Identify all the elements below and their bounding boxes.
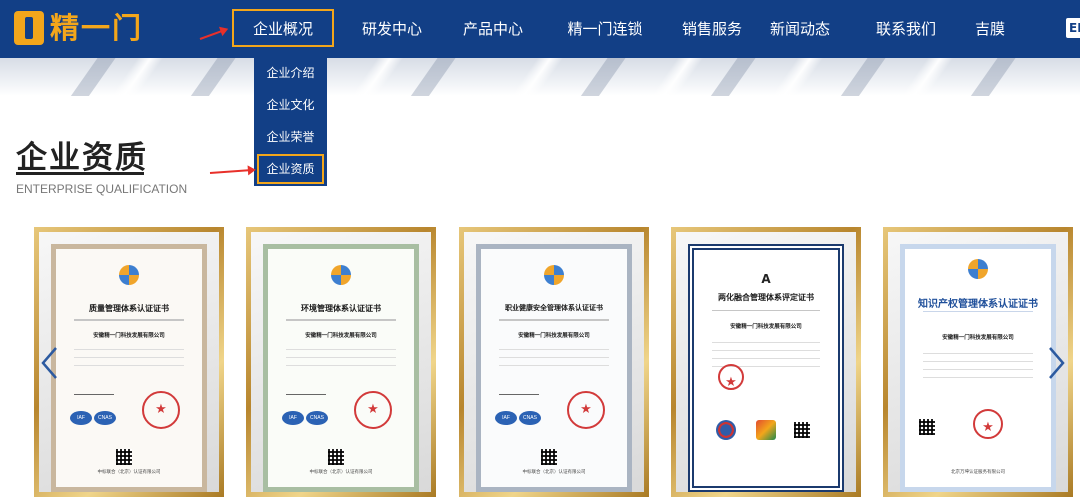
nav-item-company-overview[interactable]: 企业概况: [232, 9, 334, 47]
language-switch[interactable]: EN: [1066, 18, 1080, 38]
certificate-grade: A: [761, 272, 771, 286]
certificate-title: 环境管理体系认证证书: [301, 304, 381, 313]
certificate-image: 知识产权管理体系认证证书 安徽精一门科技发展有限公司 北京万坤认证服务有限公司: [900, 244, 1056, 492]
nav-item-news[interactable]: 新闻动态: [761, 0, 839, 58]
certificate-issuer: 中标联合（北京）认证有限公司: [522, 470, 586, 475]
iaf-badge-icon: IAF: [282, 411, 304, 425]
qr-code-icon: [541, 449, 557, 465]
certificate-card[interactable]: A 两化融合管理体系评定证书 安徽精一门科技发展有限公司: [671, 227, 861, 497]
red-seal-icon: [973, 409, 1003, 439]
signature: [499, 383, 539, 395]
chevron-left-icon: [41, 347, 57, 379]
nav-item-product-center[interactable]: 产品中心: [452, 0, 534, 58]
top-navigation-bar: 精一门 企业概况 研发中心 产品中心 精一门连锁 销售服务 新闻动态 联系我们 …: [0, 0, 1080, 58]
nav-item-jimo[interactable]: 吉膜: [970, 0, 1010, 58]
annotation-arrow-dropdown: [209, 168, 254, 174]
qr-code-icon: [794, 422, 810, 438]
dropdown-menu-company-overview: 企业介绍 企业文化 企业荣誉 企业资质: [254, 58, 327, 186]
iaf-badge-icon: IAF: [495, 411, 517, 425]
dropdown-item-qualification[interactable]: 企业资质: [257, 154, 324, 184]
section-subtitle: ENTERPRISE QUALIFICATION: [16, 182, 188, 196]
dropdown-item-culture[interactable]: 企业文化: [254, 90, 327, 120]
nav-item-rnd-center[interactable]: 研发中心: [347, 0, 437, 58]
certificate-card[interactable]: 职业健康安全管理体系认证证书 安徽精一门科技发展有限公司 IAF CNAS 中标…: [459, 227, 649, 497]
certificate-title: 知识产权管理体系认证证书: [918, 299, 1038, 310]
red-seal-icon: [142, 391, 180, 429]
red-seal-icon: [567, 391, 605, 429]
red-seal-icon: [718, 364, 744, 390]
carousel-next-button[interactable]: [1048, 346, 1066, 380]
nav-item-sales-service[interactable]: 销售服务: [662, 0, 762, 58]
certificate-title: 质量管理体系认证证书: [89, 304, 169, 313]
certification-logo-icon: [119, 265, 139, 285]
dropdown-item-honors[interactable]: 企业荣誉: [254, 122, 327, 152]
signature: [74, 383, 114, 395]
certificate-title: 两化融合管理体系评定证书: [718, 293, 814, 302]
certificate-company: 安徽精一门科技发展有限公司: [93, 333, 165, 339]
certificate-image: 环境管理体系认证证书 安徽精一门科技发展有限公司 IAF CNAS 中标联合（北…: [263, 244, 419, 492]
certificate-title: 职业健康安全管理体系认证证书: [505, 304, 603, 312]
nav-item-chain-stores[interactable]: 精一门连锁: [550, 0, 660, 58]
section-title: 企业资质: [16, 140, 148, 176]
brand-name: 精一门: [50, 11, 144, 45]
certificate-company: 安徽精一门科技发展有限公司: [305, 333, 377, 339]
certificate-issuer: 中标联合（北京）认证有限公司: [309, 470, 373, 475]
cnas-badge-icon: CNAS: [519, 411, 541, 425]
certificate-issuer: 中标联合（北京）认证有限公司: [97, 470, 161, 475]
certificate-image: 质量管理体系认证证书 安徽精一门科技发展有限公司 IAF CNAS 中标联合（北…: [51, 244, 207, 492]
certificate-card[interactable]: 质量管理体系认证证书 安徽精一门科技发展有限公司 IAF CNAS 中标联合（北…: [34, 227, 224, 497]
qr-code-icon: [116, 449, 132, 465]
certificate-issuer: 北京万坤认证服务有限公司: [951, 470, 1005, 475]
certificate-company: 安徽精一门科技发展有限公司: [942, 335, 1014, 341]
dropdown-item-introduction[interactable]: 企业介绍: [254, 58, 327, 88]
carousel-prev-button[interactable]: [40, 346, 58, 380]
red-seal-icon: [354, 391, 392, 429]
certificate-company: 安徽精一门科技发展有限公司: [730, 324, 802, 330]
emblem-icon: [716, 420, 736, 440]
qr-code-icon: [919, 419, 935, 435]
certificate-image: 职业健康安全管理体系认证证书 安徽精一门科技发展有限公司 IAF CNAS 中标…: [476, 244, 632, 492]
logo-icon: [14, 11, 44, 45]
hero-banner: [0, 58, 1080, 96]
iaf-badge-icon: IAF: [70, 411, 92, 425]
brand-logo[interactable]: 精一门: [14, 8, 143, 48]
certification-logo-icon: [331, 265, 351, 285]
certificate-card[interactable]: 环境管理体系认证证书 安徽精一门科技发展有限公司 IAF CNAS 中标联合（北…: [246, 227, 436, 497]
standard-logo-icon: [756, 420, 776, 440]
certification-logo-icon: [544, 265, 564, 285]
certificate-image: A 两化融合管理体系评定证书 安徽精一门科技发展有限公司: [688, 244, 844, 492]
qr-code-icon: [328, 449, 344, 465]
certification-logo-icon: [968, 259, 988, 279]
certificate-card[interactable]: 知识产权管理体系认证证书 安徽精一门科技发展有限公司 北京万坤认证服务有限公司: [883, 227, 1073, 497]
certificate-company: 安徽精一门科技发展有限公司: [518, 333, 590, 339]
cnas-badge-icon: CNAS: [94, 411, 116, 425]
cnas-badge-icon: CNAS: [306, 411, 328, 425]
nav-item-contact[interactable]: 联系我们: [865, 0, 947, 58]
signature: [286, 383, 326, 395]
chevron-right-icon: [1049, 347, 1065, 379]
title-underline: [16, 172, 144, 175]
